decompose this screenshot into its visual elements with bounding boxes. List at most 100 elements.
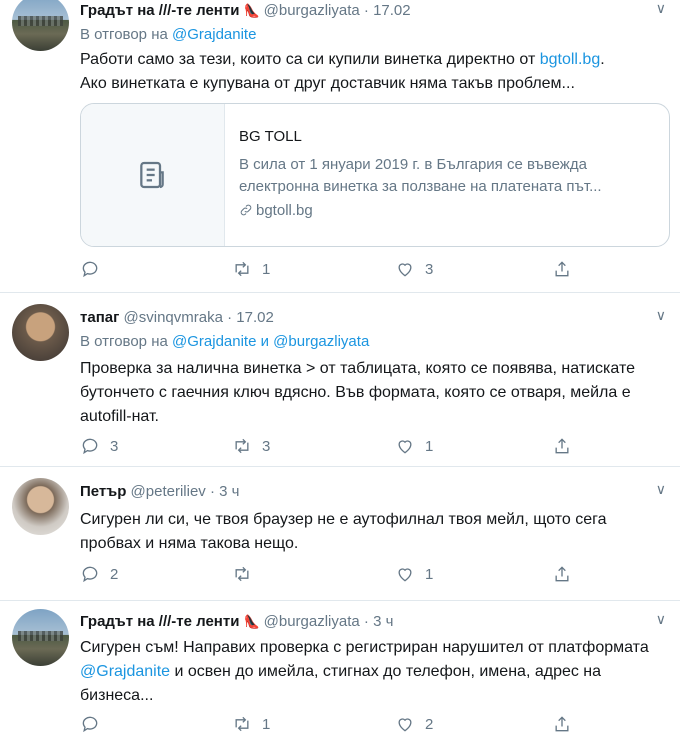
retweet-button[interactable]: 1 (232, 714, 270, 734)
separator-dot: · (363, 613, 369, 630)
card-title: BG TOLL (239, 128, 302, 145)
retweet-button[interactable] (232, 564, 262, 584)
like-button[interactable]: 1 (395, 564, 433, 584)
share-button[interactable] (552, 259, 572, 279)
reply-prefix: В отговор на (80, 26, 168, 43)
chevron-down-icon[interactable]: ∨ (656, 481, 666, 498)
author-handle[interactable]: @burgazliyata (264, 2, 360, 19)
tweet-actions: 3 3 1 (80, 436, 580, 458)
avatar[interactable] (12, 609, 69, 666)
timestamp[interactable]: 17.02 (373, 2, 411, 19)
avatar[interactable] (12, 478, 69, 535)
link-preview-card[interactable]: BG TOLL В сила от 1 януари 2019 г. в Бъл… (80, 103, 670, 247)
author-handle[interactable]: @svinqvmraka (124, 309, 223, 326)
retweet-icon (235, 716, 249, 732)
like-count: 1 (425, 565, 434, 583)
text-part: Сигурен съм! Направих проверка с регистр… (80, 639, 649, 656)
heart-icon (398, 263, 412, 277)
timestamp[interactable]: 17.02 (236, 309, 274, 326)
tweet-header: тапаг @svinqvmraka · 17.02 (80, 309, 274, 326)
reply-count: 2 (110, 565, 119, 583)
avatar[interactable] (12, 0, 69, 51)
tweet-1[interactable]: Градът на ///-те ленти 👠 @burgazliyata · 1… (0, 0, 680, 292)
share-button[interactable] (552, 564, 572, 584)
reply-button[interactable]: 3 (80, 436, 118, 456)
author-name[interactable]: Градът на ///-те ленти (80, 2, 239, 19)
tweet-2[interactable]: тапаг @svinqvmraka · 17.02 ∨ В отговор н… (0, 293, 680, 466)
retweet-button[interactable]: 1 (232, 259, 270, 279)
like-button[interactable]: 3 (395, 259, 433, 279)
reply-button[interactable]: 2 (80, 564, 118, 584)
mention-join: и (260, 333, 269, 350)
card-thumbnail (81, 104, 225, 246)
tweet-header: Градът на ///-те ленти 👠 @burgazliyata · 3… (80, 613, 393, 630)
share-icon (555, 261, 569, 277)
text-line: Ако винетката е купувана от друг доставч… (80, 75, 575, 92)
share-icon (555, 438, 569, 454)
separator-dot: · (209, 483, 215, 500)
author-name[interactable]: Петър (80, 483, 126, 500)
chevron-down-icon[interactable]: ∨ (656, 307, 666, 324)
chevron-down-icon[interactable]: ∨ (656, 0, 666, 17)
tweet-text: Сигурен съм! Направих проверка с регистр… (80, 636, 670, 708)
retweet-icon (235, 438, 249, 454)
retweet-button[interactable]: 3 (232, 436, 270, 456)
mention-link[interactable]: @Grajdanite (172, 333, 256, 350)
reply-count: 3 (110, 437, 119, 455)
url-link[interactable]: bgtoll.bg (540, 51, 601, 68)
document-icon (140, 161, 164, 189)
share-button[interactable] (552, 436, 572, 456)
tweet-text: Работи само за тези, които са си купили … (80, 48, 670, 96)
tweet-actions: 1 2 (80, 714, 580, 736)
avatar[interactable] (12, 304, 69, 361)
tweet-4[interactable]: Градът на ///-те ленти 👠 @burgazliyata · 3… (0, 601, 680, 750)
author-handle[interactable]: @burgazliyata (264, 613, 360, 630)
share-icon (555, 716, 569, 732)
reply-context: В отговор на @Grajdanite и @burgazliyata (80, 333, 369, 350)
like-button[interactable]: 1 (395, 436, 433, 456)
tweet-actions: 2 1 (80, 564, 580, 586)
reply-context: В отговор на @Grajdanite (80, 26, 256, 43)
author-name[interactable]: Градът на ///-те ленти (80, 613, 239, 630)
separator-dot: · (363, 2, 369, 19)
heart-icon (398, 440, 412, 454)
reply-icon (82, 261, 98, 278)
heart-icon (398, 718, 412, 732)
reply-button[interactable] (80, 259, 110, 279)
timestamp[interactable]: 3 ч (219, 483, 239, 500)
tweet-text: Сигурен ли си, че твоя браузер не е ауто… (80, 511, 607, 552)
shoe-emoji-icon: 👠 (243, 3, 260, 18)
timestamp[interactable]: 3 ч (373, 613, 393, 630)
author-handle[interactable]: @peteriliev (131, 483, 206, 500)
tweet-3[interactable]: Петър @peteriliev · 3 ч ∨ Сигурен ли си,… (0, 467, 680, 600)
reply-prefix: В отговор на (80, 333, 168, 350)
retweet-count: 1 (262, 260, 271, 278)
retweet-count: 1 (262, 715, 271, 733)
card-domain: bgtoll.bg (239, 202, 313, 219)
reply-icon (82, 566, 98, 583)
tweet-text: Проверка за налична винетка > от таблица… (80, 360, 635, 425)
tweet-actions: 1 3 (80, 259, 580, 281)
card-domain-text: bgtoll.bg (256, 202, 313, 219)
separator-dot: · (227, 309, 233, 326)
share-button[interactable] (552, 714, 572, 734)
mention-link[interactable]: @Grajdanite (172, 26, 256, 43)
chevron-down-icon[interactable]: ∨ (656, 611, 666, 628)
like-count: 3 (425, 260, 434, 278)
text-punct: . (600, 51, 605, 68)
text-line: Работи само за тези, които са си купили … (80, 51, 540, 68)
reply-icon (82, 716, 98, 733)
like-button[interactable]: 2 (395, 714, 433, 734)
like-count: 1 (425, 437, 434, 455)
like-count: 2 (425, 715, 434, 733)
retweet-count: 3 (262, 437, 271, 455)
share-icon (555, 566, 569, 582)
mention-link[interactable]: @Grajdanite (80, 663, 170, 680)
reply-icon (82, 438, 98, 455)
author-name[interactable]: тапаг (80, 309, 119, 326)
retweet-icon (235, 261, 249, 277)
mention-link[interactable]: @burgazliyata (273, 333, 369, 350)
tweet-header: Градът на ///-те ленти 👠 @burgazliyata · 1… (80, 2, 411, 19)
card-description: В сила от 1 януари 2019 г. в България се… (239, 156, 602, 195)
reply-button[interactable] (80, 714, 110, 734)
